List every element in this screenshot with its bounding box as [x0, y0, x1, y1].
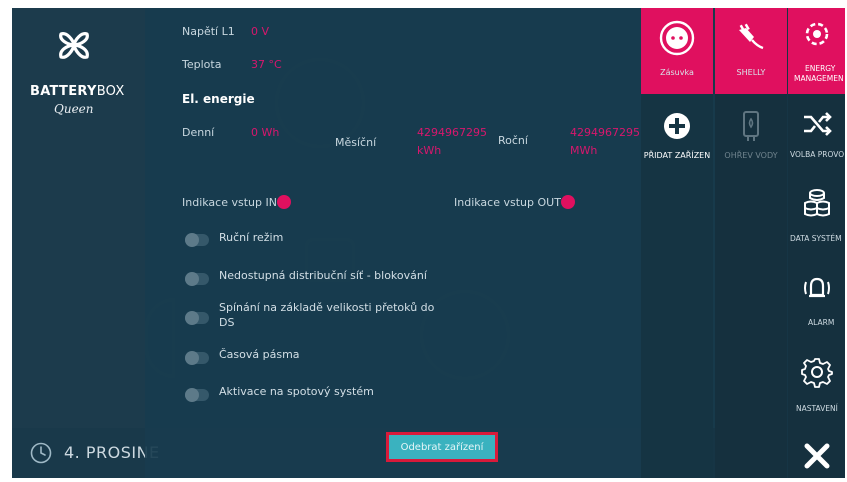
input-indicator-label: Indikace vstup IN — [182, 196, 277, 209]
device-column-1: Zásuvka PŘIDAT ZAŘÍZEN — [641, 8, 713, 478]
plug-icon — [739, 23, 764, 50]
add-device-label: PŘIDAT ZAŘÍZEN — [643, 151, 711, 160]
right-menu: ENERGY MANAGEMEN VOLBA PROVO DATA SYSTÉM — [788, 8, 845, 478]
energy-management-icon — [805, 22, 829, 46]
energy-management-label-2: MANAGEMEN — [794, 74, 844, 83]
daily-value: 0 Wh — [251, 126, 280, 139]
energy-management-label-1: ENERGY — [805, 64, 836, 73]
socket-device-label: Zásuvka — [660, 68, 694, 77]
output-indicator-label: Indikace vstup OUT — [454, 196, 561, 209]
left-sidebar: BATTERYBOX Queen — [12, 8, 145, 478]
menu-alarm[interactable]: ALARM — [788, 262, 845, 336]
daily-label: Denní — [182, 126, 215, 139]
energy-heading: El. energie — [182, 92, 255, 106]
database-icon — [804, 189, 830, 217]
boiler-icon — [743, 111, 759, 141]
yearly-label: Roční — [498, 134, 528, 147]
yearly-unit: MWh — [570, 144, 598, 157]
shelly-device-label: SHELLY — [736, 68, 766, 77]
input-indicator-dot — [277, 195, 291, 209]
menu-settings[interactable]: NASTAVENÍ — [788, 346, 845, 420]
device-detail-panel: Napětí L1 0 V Teplota 37 °C El. energie … — [145, 8, 641, 478]
alarm-bell-icon — [804, 277, 830, 298]
time-zones-label: Časová pásma — [219, 348, 300, 361]
monthly-value: 4294967295 — [417, 126, 487, 139]
overflow-switching-label: Spínání na základě velikosti přetoků do — [219, 301, 435, 314]
clock-icon — [30, 442, 52, 464]
system-data-label: DATA SYSTÉM — [790, 234, 842, 243]
app-window: BATTERYBOX Queen 4. PROSINE Napětí L1 0 … — [12, 8, 845, 478]
shuffle-icon — [804, 112, 832, 136]
temperature-label: Teplota — [182, 58, 222, 71]
spot-activation-toggle[interactable] — [185, 388, 209, 402]
water-heating-tile[interactable]: OHŘEV VODY — [715, 96, 787, 182]
monthly-label: Měsíční — [335, 136, 377, 149]
grid-blocking-toggle[interactable] — [185, 272, 209, 286]
water-heating-label: OHŘEV VODY — [724, 151, 778, 160]
manual-mode-toggle[interactable] — [185, 233, 209, 247]
voltage-value: 0 V — [251, 25, 270, 38]
settings-label: NASTAVENÍ — [796, 404, 838, 413]
screen: BATTERYBOX Queen 4. PROSINE Napětí L1 0 … — [0, 0, 847, 482]
add-device-tile[interactable]: PŘIDAT ZAŘÍZEN — [641, 96, 713, 182]
menu-mode-selection[interactable]: VOLBA PROVO — [788, 98, 845, 172]
menu-energy-management[interactable]: ENERGY MANAGEMEN — [788, 8, 845, 94]
device-column-2: SHELLY OHŘEV VODY — [715, 8, 787, 478]
overflow-switching-label-line2: DS — [219, 316, 235, 329]
monthly-unit: kWh — [417, 144, 442, 157]
alarm-label: ALARM — [808, 318, 835, 327]
temperature-value: 37 °C — [251, 58, 282, 71]
plus-circle-icon — [664, 113, 690, 139]
brand-logo-icon — [59, 32, 89, 59]
overflow-switching-toggle[interactable] — [185, 311, 209, 325]
shelly-device-tile[interactable]: SHELLY — [715, 8, 787, 94]
output-indicator-dot — [561, 195, 575, 209]
brand-name: BATTERYBOX — [30, 84, 125, 99]
yearly-value: 4294967295 — [570, 126, 640, 139]
brand-subname: Queen — [54, 102, 94, 116]
socket-icon — [659, 20, 695, 56]
menu-system-data[interactable]: DATA SYSTÉM — [788, 176, 845, 250]
voltage-label: Napětí L1 — [182, 25, 235, 38]
remove-device-button[interactable]: Odebrat zařízení — [386, 432, 498, 462]
socket-device-tile[interactable]: Zásuvka — [641, 8, 713, 94]
mode-selection-label: VOLBA PROVO — [790, 150, 845, 159]
gear-icon — [801, 358, 833, 388]
time-zones-toggle[interactable] — [185, 351, 209, 365]
grid-blocking-label: Nedostupná distribuční síť - blokování — [219, 269, 427, 282]
close-icon — [804, 443, 830, 469]
spot-activation-label: Aktivace na spotový systém — [219, 385, 374, 398]
menu-close[interactable] — [788, 428, 845, 478]
manual-mode-label: Ruční režim — [219, 231, 284, 244]
